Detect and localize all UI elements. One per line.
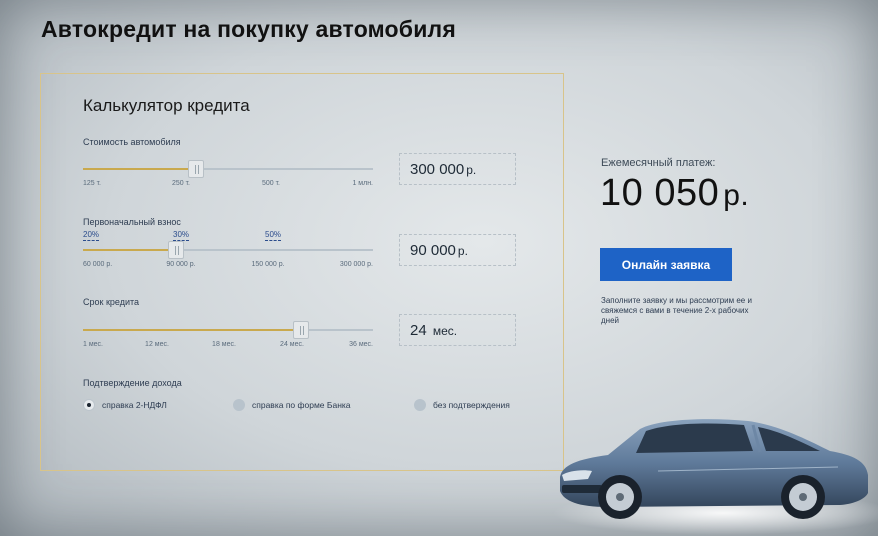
down-payment-tick: 90 000 р. xyxy=(166,261,196,268)
car-price-value: 300 000 xyxy=(410,161,465,178)
loan-term-slider-fill xyxy=(83,329,301,331)
application-note: Заполните заявку и мы рассмотрим ее и св… xyxy=(601,296,752,325)
monthly-payment-value: 10 050 xyxy=(600,172,720,214)
down-payment-tick: 60 000 р. xyxy=(83,261,113,268)
loan-term-tick: 12 мес. xyxy=(145,341,169,348)
loan-term-tick: 1 мес. xyxy=(83,341,103,348)
car-price-slider[interactable] xyxy=(83,160,373,178)
income-confirmation-group: справка 2-НДФЛ справка по форме Банка бе… xyxy=(83,399,533,417)
income-option-label: справка 2-НДФЛ xyxy=(102,400,167,410)
car-price-slider-fill xyxy=(83,168,197,170)
down-payment-label: Первоначальный взнос xyxy=(83,217,181,227)
loan-term-slider-handle[interactable] xyxy=(292,321,309,339)
car-price-tick: 1 млн. xyxy=(352,180,373,187)
loan-term-tick: 36 мес. xyxy=(349,341,373,348)
down-payment-slider[interactable] xyxy=(83,241,373,259)
down-payment-tick: 150 000 р. xyxy=(251,261,285,268)
radio-selected-icon xyxy=(83,399,95,411)
down-payment-unit: р. xyxy=(457,244,468,258)
down-payment-slider-handle[interactable] xyxy=(167,241,184,259)
radio-unselected-icon xyxy=(233,399,245,411)
car-price-tick: 125 т. xyxy=(83,180,101,187)
income-confirmation-label: Подтверждение дохода xyxy=(83,378,182,388)
car-price-label: Стоимость автомобиля xyxy=(83,137,181,147)
down-payment-value: 90 000 xyxy=(410,242,456,259)
online-application-button[interactable]: Онлайн заявка xyxy=(600,248,732,281)
loan-term-slider[interactable] xyxy=(83,321,373,339)
car-price-field[interactable]: 300 000 р. xyxy=(399,153,516,185)
monthly-payment-currency: р. xyxy=(723,179,750,212)
monthly-payment-label: Ежемесячный платеж: xyxy=(601,157,716,169)
down-payment-preset-50[interactable]: 50% xyxy=(264,230,282,241)
car-price-tick: 500 т. xyxy=(262,180,280,187)
down-payment-field[interactable]: 90 000 р. xyxy=(399,234,516,266)
income-option-label: справка по форме Банка xyxy=(252,400,351,410)
loan-term-value: 24 xyxy=(410,322,427,339)
down-payment-tick: 300 000 р. xyxy=(339,261,373,268)
car-price-tick: 250 т. xyxy=(172,180,190,187)
loan-term-tick: 18 мес. xyxy=(212,341,236,348)
credit-calculator: Калькулятор кредита Стоимость автомобиля… xyxy=(40,73,564,471)
down-payment-slider-fill xyxy=(83,249,176,251)
page-title: Автокредит на покупку автомобиля xyxy=(41,16,456,42)
calculator-title: Калькулятор кредита xyxy=(83,96,250,115)
loan-term-unit: мес. xyxy=(432,324,458,338)
income-option-label: без подтверждения xyxy=(433,400,510,410)
radio-unselected-icon xyxy=(414,399,426,411)
monthly-payment-amount: 10 050 р. xyxy=(600,172,749,215)
loan-term-label: Срок кредита xyxy=(83,297,140,307)
loan-term-field[interactable]: 24 мес. xyxy=(399,314,516,346)
income-option-2ndfl[interactable]: справка 2-НДФЛ xyxy=(83,399,167,411)
car-price-slider-handle[interactable] xyxy=(188,160,205,178)
car-image xyxy=(553,419,878,535)
income-option-no-confirmation[interactable]: без подтверждения xyxy=(414,399,510,411)
down-payment-preset-30[interactable]: 30% xyxy=(172,230,190,241)
income-option-bank-form[interactable]: справка по форме Банка xyxy=(233,399,351,411)
down-payment-preset-20[interactable]: 20% xyxy=(83,230,100,241)
loan-term-tick: 24 мес. xyxy=(280,341,304,348)
car-price-unit: р. xyxy=(466,163,477,177)
